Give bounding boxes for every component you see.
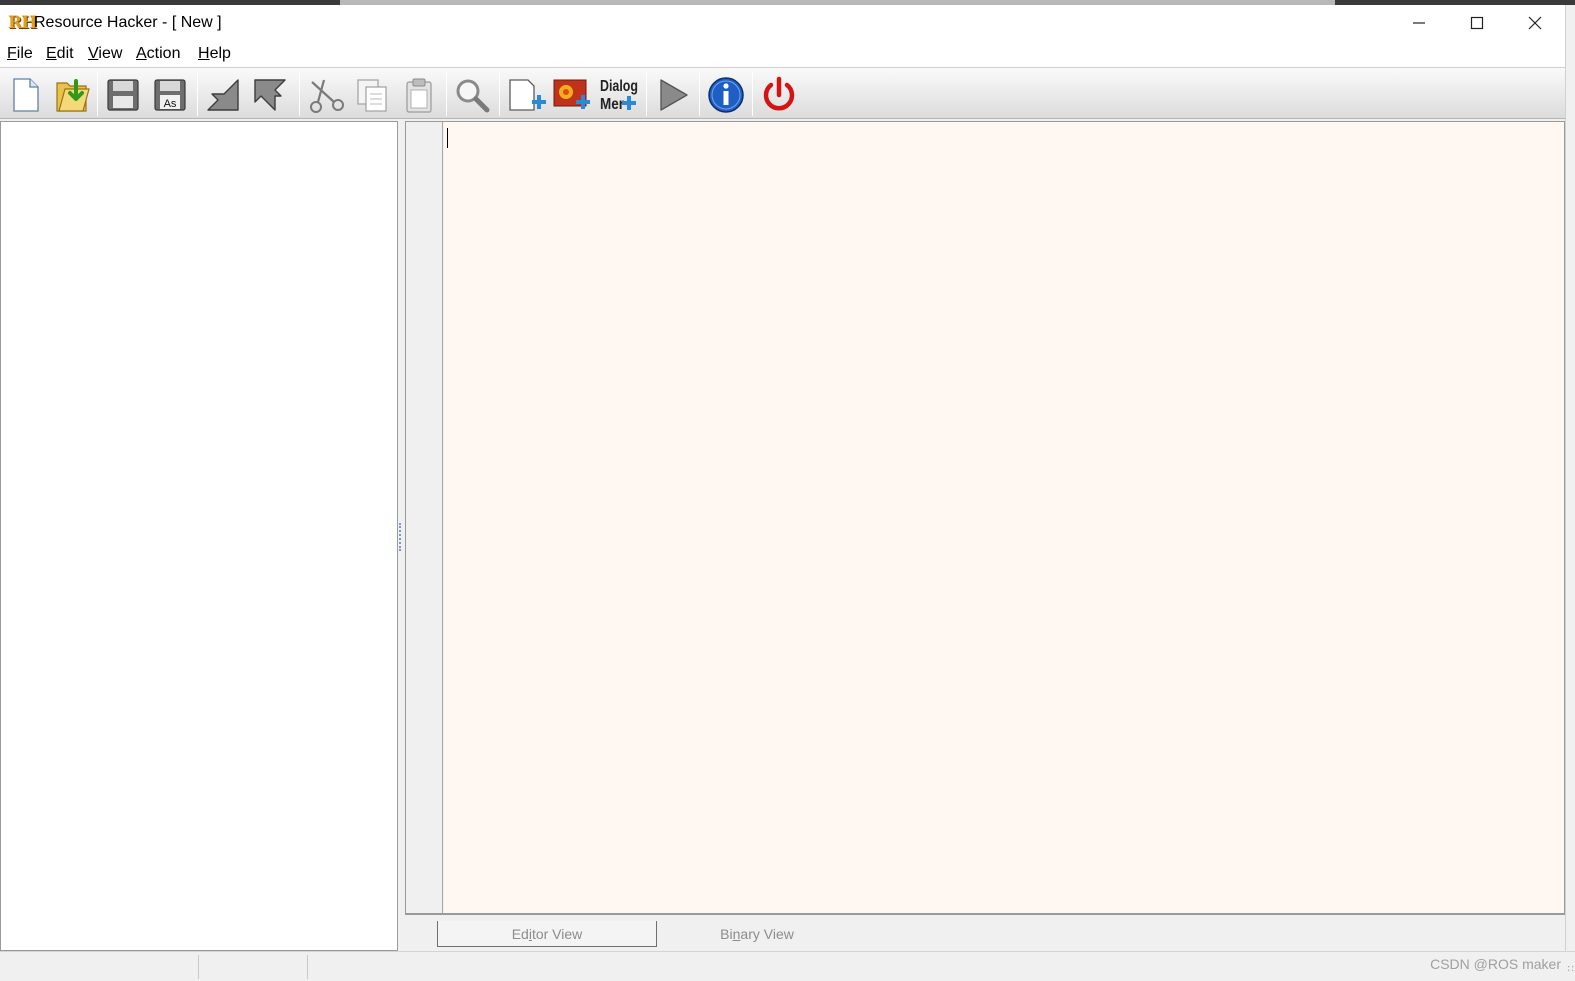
add-blank-resource-icon <box>509 79 546 111</box>
menu-view-label: iew <box>98 45 123 62</box>
status-divider <box>307 955 308 979</box>
menu-file-label: ile <box>16 45 33 62</box>
splitter-grip <box>399 523 402 551</box>
find-icon <box>456 79 490 113</box>
title-bar: RH Resource Hacker - [ New ] <box>0 5 1575 41</box>
import-button[interactable] <box>202 74 244 116</box>
status-divider <box>198 955 199 979</box>
new-button[interactable] <box>4 74 46 116</box>
menu-edit-label: dit <box>56 45 74 62</box>
add-blank-resource-button[interactable] <box>505 74 547 116</box>
minimize-icon <box>1413 22 1425 24</box>
window-right-border <box>1565 5 1575 981</box>
open-button[interactable] <box>51 74 93 116</box>
toolbar-separator <box>752 72 753 116</box>
window-title: Resource Hacker - [ New ] <box>34 14 222 31</box>
close-icon <box>1528 16 1542 30</box>
compile-run-icon <box>660 79 688 111</box>
save-icon <box>107 79 139 111</box>
menu-edit-accelerator: E <box>46 45 57 62</box>
menu-view-accelerator: V <box>88 45 99 62</box>
compile-run-button[interactable] <box>651 74 693 116</box>
exit-power-icon <box>763 76 795 111</box>
menu-help[interactable]: Help <box>198 45 231 63</box>
menu-action-label: ction <box>146 45 181 62</box>
toolbar-separator <box>499 72 500 116</box>
toolbar-separator <box>299 72 300 116</box>
about-info-icon <box>708 77 744 113</box>
maximize-button[interactable] <box>1448 5 1506 41</box>
copy-button[interactable] <box>351 74 393 116</box>
find-button[interactable] <box>451 74 493 116</box>
code-editor[interactable] <box>444 122 1564 913</box>
toolbar-separator <box>699 72 700 116</box>
toolbar-separator <box>646 72 647 116</box>
menu-action-accelerator: A <box>136 45 147 62</box>
line-number-gutter <box>406 122 443 913</box>
menu-edit[interactable]: Edit <box>46 45 74 63</box>
view-tabs: Ed i tor View Bi n ary View <box>405 914 1565 950</box>
size-grip-icon[interactable]: ∷ <box>1568 964 1574 975</box>
paste-icon <box>406 78 432 113</box>
menu-help-accelerator: H <box>198 45 210 62</box>
menu-file-accelerator: F <box>7 45 17 62</box>
add-image-resource-icon <box>553 79 590 109</box>
maximize-icon <box>1470 16 1484 30</box>
dialog-menu-add-icon: Dialog Mer <box>600 78 638 113</box>
menu-action[interactable]: Action <box>136 45 180 63</box>
exit-button[interactable] <box>758 74 800 116</box>
add-dialog-menu-button[interactable]: Dialog Mer <box>596 74 642 116</box>
app-logo-icon: RH <box>8 13 37 33</box>
export-icon <box>254 79 286 111</box>
tab-editor-view[interactable]: Ed i tor View <box>437 921 657 947</box>
cut-button[interactable] <box>305 74 347 116</box>
menu-bar: File Edit View Action Help <box>0 41 1575 67</box>
paste-button[interactable] <box>398 74 440 116</box>
close-button[interactable] <box>1506 5 1564 41</box>
dialog-label: Dialog <box>600 78 638 95</box>
menu-view[interactable]: View <box>88 45 122 63</box>
toolbar-separator <box>446 72 447 116</box>
toolbar-separator <box>197 72 198 116</box>
new-file-icon <box>13 78 39 112</box>
export-button[interactable] <box>249 74 291 116</box>
minimize-button[interactable] <box>1390 5 1448 41</box>
tab-binary-accelerator: n <box>732 926 741 942</box>
tab-editor-label-pre: Ed <box>511 925 529 942</box>
save-as-label: As <box>164 98 177 110</box>
watermark-text: CSDN @ROS maker <box>1430 956 1561 972</box>
editor-pane <box>405 121 1565 914</box>
status-bar: CSDN @ROS maker ∷ <box>0 951 1575 981</box>
tab-binary-view[interactable]: Bi n ary View <box>657 921 857 947</box>
resource-tree-pane[interactable] <box>0 121 398 951</box>
toolbar: As Dialog Mer <box>0 67 1575 119</box>
save-button[interactable] <box>102 74 144 116</box>
tab-binary-label-post: ary View <box>740 926 794 942</box>
about-button[interactable] <box>705 74 747 116</box>
menu-file[interactable]: File <box>7 45 33 63</box>
menu-help-label: elp <box>209 45 231 62</box>
text-caret <box>447 128 448 148</box>
open-file-icon <box>56 79 90 112</box>
add-image-resource-button[interactable] <box>551 74 593 116</box>
save-as-icon: As <box>154 79 186 111</box>
copy-icon <box>357 79 387 112</box>
tab-editor-label-post: tor View <box>531 925 583 942</box>
save-as-button[interactable]: As <box>149 74 191 116</box>
toolbar-separator <box>97 72 98 116</box>
tab-binary-label-pre: Bi <box>720 926 733 942</box>
menu-label: Mer <box>600 96 624 113</box>
import-icon <box>207 79 239 111</box>
cut-icon <box>310 79 344 113</box>
